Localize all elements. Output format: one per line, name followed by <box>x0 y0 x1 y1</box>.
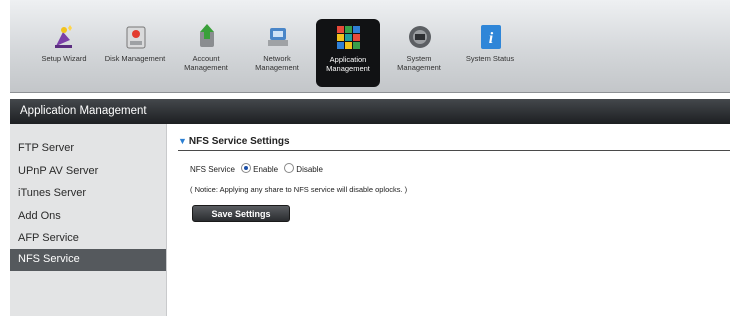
sidebar-item-label: NFS Service <box>18 253 80 265</box>
disk-icon <box>126 26 146 49</box>
top-nav-bar: Setup Wizard Disk Management Account Man… <box>10 0 730 93</box>
section-header-bar: Application Management <box>10 99 730 124</box>
nav-system-status[interactable]: i System Status <box>458 18 522 88</box>
sidebar: FTP Server UPnP AV Server iTunes Server … <box>10 124 167 316</box>
sidebar-item-upnp-av-server[interactable]: UPnP AV Server <box>10 161 166 183</box>
nav-label: System Management <box>397 54 441 72</box>
network-icon <box>268 28 288 46</box>
enable-radio[interactable] <box>241 163 252 173</box>
nav-label: Account Management <box>184 54 228 72</box>
wizard-icon <box>55 25 72 48</box>
main-content: ▼ NFS Service Settings NFS Service Enable… <box>166 124 730 316</box>
sidebar-item-label: AFP Service <box>18 232 79 244</box>
save-settings-button[interactable]: Save Settings <box>192 205 290 222</box>
nav-setup-wizard[interactable]: Setup Wizard <box>32 18 96 88</box>
sidebar-item-itunes-server[interactable]: iTunes Server <box>10 183 166 205</box>
sidebar-item-label: FTP Server <box>18 142 75 154</box>
nav-account-management[interactable]: Account Management <box>174 18 238 88</box>
nfs-service-label: NFS Service <box>190 165 235 174</box>
nfs-service-row: NFS Service Enable Disable <box>190 163 323 174</box>
system-icon <box>409 26 431 48</box>
sidebar-item-nfs-service[interactable]: NFS Service <box>10 249 166 271</box>
nav-label: Setup Wizard <box>41 54 87 63</box>
disable-label: Disable <box>296 165 323 174</box>
svg-text:i: i <box>489 30 494 47</box>
sidebar-item-afp-service[interactable]: AFP Service <box>10 228 166 250</box>
header-divider <box>178 150 730 151</box>
oplocks-notice: ( Notice: Applying any share to NFS serv… <box>190 185 408 194</box>
sidebar-item-label: iTunes Server <box>18 187 87 199</box>
nav-label: Disk Management <box>104 54 166 63</box>
nav-system-management[interactable]: System Management <box>387 18 451 88</box>
nav-label: Application Management <box>326 55 370 73</box>
nav-application-management[interactable]: Application Management <box>316 19 380 87</box>
nfs-settings-title: NFS Service Settings <box>188 136 290 147</box>
nav-network-management[interactable]: Network Management <box>245 18 309 88</box>
sidebar-item-label: UPnP AV Server <box>18 165 99 177</box>
sidebar-item-ftp-server[interactable]: FTP Server <box>10 138 166 160</box>
account-icon <box>200 24 214 47</box>
nfs-settings-header[interactable]: ▼ NFS Service Settings <box>178 136 290 147</box>
sidebar-item-add-ons[interactable]: Add Ons <box>10 206 166 228</box>
section-title: Application Management <box>20 105 147 117</box>
application-icon <box>337 26 360 49</box>
nav-label: Network Management <box>255 54 299 72</box>
app-frame: Setup Wizard Disk Management Account Man… <box>10 0 730 316</box>
nav-disk-management[interactable]: Disk Management <box>103 18 167 88</box>
info-icon: i <box>481 25 501 49</box>
enable-label: Enable <box>253 165 279 174</box>
nav-label: System Status <box>465 54 515 63</box>
sidebar-item-label: Add Ons <box>18 210 61 222</box>
disable-radio[interactable] <box>284 163 295 173</box>
collapse-triangle-icon: ▼ <box>178 136 187 146</box>
